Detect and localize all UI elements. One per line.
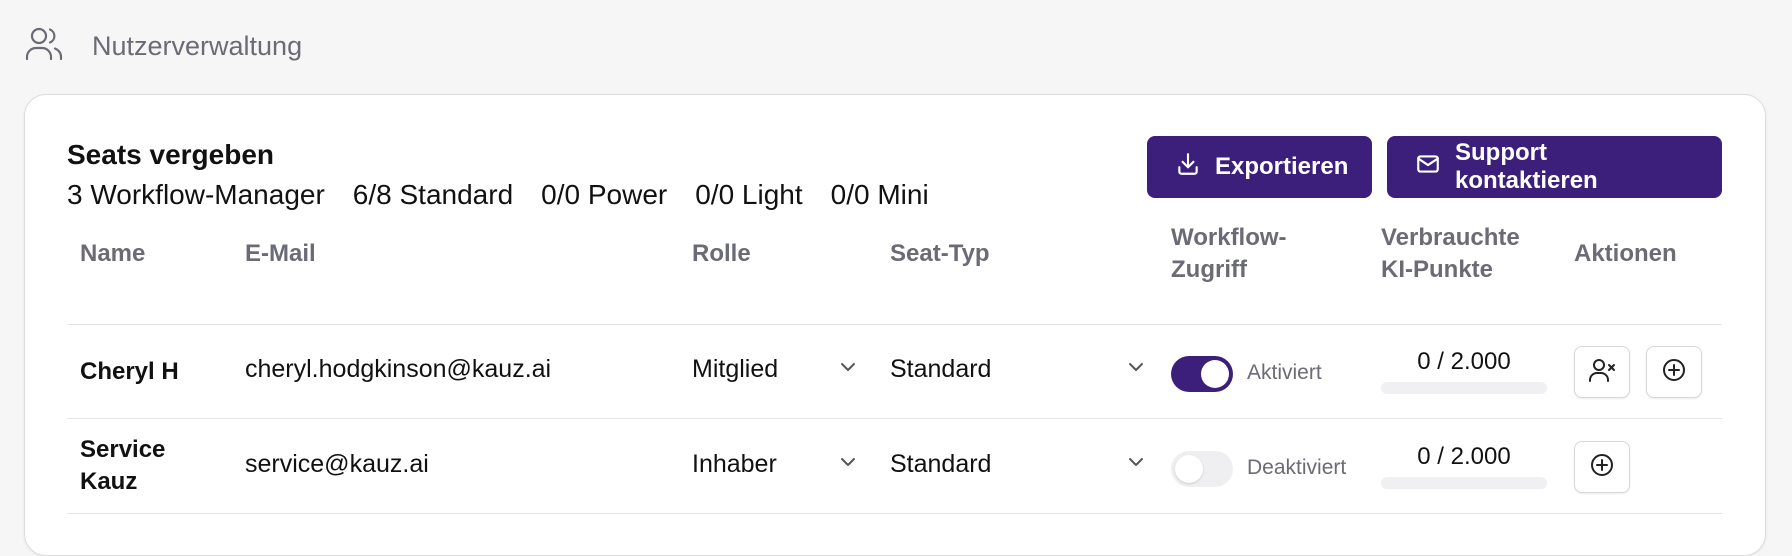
mail-icon	[1415, 151, 1441, 184]
role-select-value: Mitglied	[692, 355, 779, 383]
column-header-actions: Aktionen	[1574, 240, 1677, 267]
ai-points-value: 0 / 2.000	[1417, 443, 1511, 470]
table-row-divider	[67, 418, 1722, 419]
export-button[interactable]: Exportieren	[1147, 136, 1372, 198]
column-header-name: Name	[80, 240, 146, 267]
add-button[interactable]	[1574, 441, 1630, 493]
page-header: Nutzerverwaltung	[24, 26, 302, 66]
seat-summary-light: 0/0 Light	[695, 179, 803, 210]
page-title: Nutzerverwaltung	[92, 30, 303, 61]
seat-summary-standard: 6/8 Standard	[352, 179, 514, 210]
column-header-seat-type: Seat-Typ	[890, 240, 990, 267]
role-select-value: Inhaber	[692, 450, 777, 478]
toggle-knob	[1175, 455, 1203, 483]
seat-type-select-value: Standard	[890, 355, 992, 383]
workflow-access-status: Deaktiviert	[1247, 456, 1347, 479]
user-name: Cheryl H	[80, 358, 179, 385]
seat-summary-workflow-manager: 3 Workflow-Manager	[67, 179, 325, 210]
remove-user-icon	[1588, 356, 1616, 389]
seats-summary: 3 Workflow-Manager 6/8 Standard 0/0 Powe…	[67, 179, 929, 211]
column-header-email: E-Mail	[245, 240, 316, 267]
table-row-divider	[67, 513, 1722, 514]
ai-points-value: 0 / 2.000	[1417, 348, 1511, 375]
chevron-down-icon	[1126, 355, 1146, 384]
seat-summary-power: 0/0 Power	[541, 179, 668, 210]
support-label: Support kontaktieren	[1455, 139, 1598, 194]
export-label: Exportieren	[1215, 153, 1349, 180]
seat-type-select[interactable]: Standard	[890, 355, 1146, 384]
remove-user-button[interactable]	[1574, 346, 1630, 398]
add-button[interactable]	[1646, 346, 1702, 398]
ai-points-bar	[1381, 477, 1547, 489]
role-select[interactable]: Mitglied	[692, 355, 858, 384]
ai-points-bar	[1381, 382, 1547, 394]
user-name: Service Kauz	[80, 434, 165, 498]
user-management-card: Seats vergeben 3 Workflow-Manager 6/8 St…	[24, 94, 1766, 556]
workflow-access-toggle[interactable]	[1171, 356, 1233, 392]
user-email: service@kauz.ai	[245, 450, 429, 478]
toggle-knob	[1201, 360, 1229, 388]
download-icon	[1175, 151, 1201, 184]
column-header-workflow-line2: Zugriff	[1171, 256, 1247, 283]
seat-type-select-value: Standard	[890, 450, 992, 478]
workflow-access-toggle[interactable]	[1171, 451, 1233, 487]
user-name-line2: Kauz	[80, 468, 138, 495]
plus-circle-icon	[1660, 356, 1688, 389]
column-header-workflow-access: Workflow- Zugriff	[1171, 222, 1287, 286]
seat-summary-mini: 0/0 Mini	[830, 179, 929, 210]
table-header-divider	[67, 324, 1722, 325]
column-header-role: Rolle	[692, 240, 751, 267]
workflow-access-status: Aktiviert	[1247, 361, 1322, 384]
user-email: cheryl.hodgkinson@kauz.ai	[245, 355, 552, 383]
plus-circle-icon	[1588, 451, 1616, 484]
chevron-down-icon	[1126, 450, 1146, 479]
seats-title: Seats vergeben	[67, 139, 274, 170]
chevron-down-icon	[838, 355, 858, 384]
column-header-ai-points: Verbrauchte KI-Punkte	[1381, 222, 1520, 286]
column-header-points-line2: KI-Punkte	[1381, 256, 1494, 283]
support-button[interactable]: Support kontaktieren	[1387, 136, 1722, 198]
user-name-line1: Service	[80, 436, 166, 463]
column-header-points-line1: Verbrauchte	[1381, 224, 1520, 251]
users-icon	[24, 24, 64, 69]
column-header-workflow-line1: Workflow-	[1171, 224, 1287, 251]
chevron-down-icon	[838, 450, 858, 479]
role-select[interactable]: Inhaber	[692, 450, 858, 479]
seat-type-select[interactable]: Standard	[890, 450, 1146, 479]
